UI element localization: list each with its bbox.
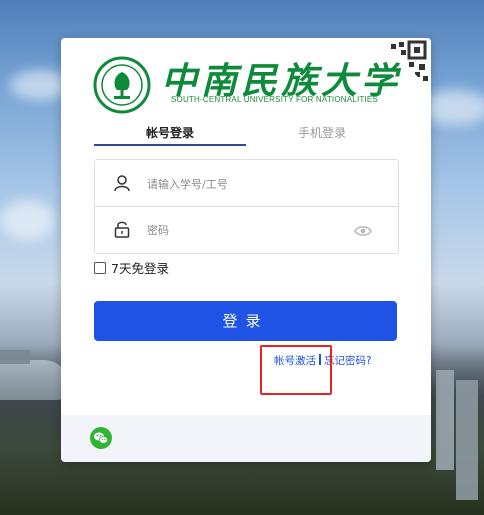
- tab-account-login[interactable]: 帐号登录: [146, 124, 194, 141]
- remember-label: 7天免登录: [111, 261, 169, 276]
- background-building: [436, 370, 454, 470]
- eye-icon[interactable]: [354, 222, 372, 236]
- user-icon: [113, 174, 131, 192]
- username-input[interactable]: [145, 172, 349, 196]
- university-emblem-icon: [93, 56, 151, 114]
- remember-checkbox[interactable]: [94, 261, 106, 274]
- highlight-box: [260, 345, 332, 395]
- background-building: [0, 350, 30, 364]
- tab-phone-login[interactable]: 手机登录: [298, 124, 346, 141]
- login-footer: [61, 415, 431, 462]
- password-row: [95, 206, 398, 252]
- background-cloud: [0, 200, 55, 240]
- background-lake: [0, 360, 70, 400]
- login-inputs-group: [94, 159, 399, 254]
- username-row: [95, 160, 398, 207]
- wechat-icon[interactable]: [90, 427, 112, 449]
- login-card: 中南民族大学 SOUTH-CENTRAL UNIVERSITY FOR NATI…: [61, 38, 431, 462]
- lock-icon: [113, 220, 131, 238]
- background-building: [456, 380, 478, 500]
- remember-me[interactable]: 7天免登录: [94, 258, 169, 277]
- active-tab-underline: [94, 144, 246, 146]
- university-name-en: SOUTH-CENTRAL UNIVERSITY FOR NATIONALITI…: [171, 95, 378, 104]
- password-input[interactable]: [145, 218, 349, 242]
- login-button[interactable]: 登录: [94, 301, 397, 341]
- qr-code-icon[interactable]: [379, 38, 431, 90]
